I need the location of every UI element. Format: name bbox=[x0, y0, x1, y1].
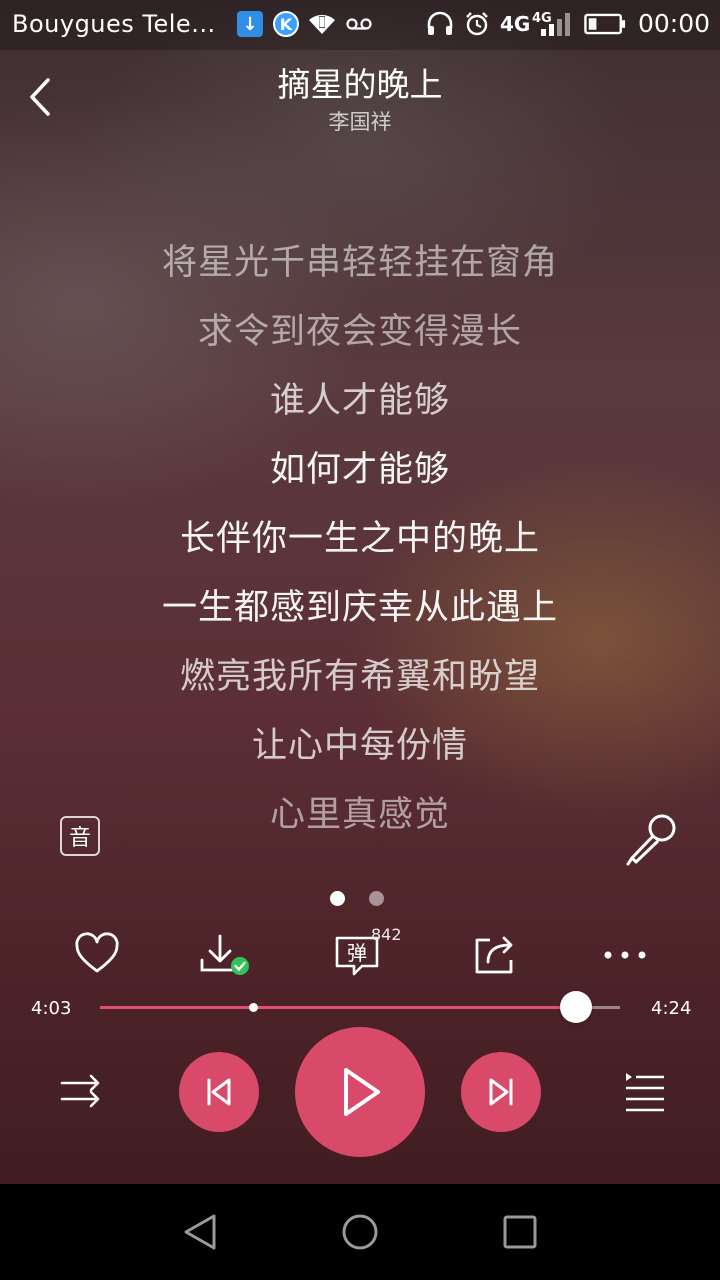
playlist-button[interactable] bbox=[622, 1070, 668, 1114]
download-button[interactable] bbox=[198, 930, 249, 980]
skip-previous-icon bbox=[207, 1078, 231, 1106]
nav-home-circle-icon bbox=[342, 1214, 378, 1250]
lyric-line: 心里真感觉 bbox=[269, 795, 450, 835]
current-time: 4:03 bbox=[31, 998, 72, 1019]
lyric-line: 求令到夜会变得漫长 bbox=[197, 312, 522, 352]
share-button[interactable] bbox=[470, 930, 520, 980]
like-button[interactable] bbox=[72, 930, 122, 980]
signal-icon bbox=[540, 11, 574, 37]
karaoke-button[interactable] bbox=[624, 812, 682, 866]
total-time: 4:24 bbox=[651, 998, 692, 1019]
voicemail-icon bbox=[346, 11, 372, 37]
lyric-line: 谁人才能够 bbox=[269, 381, 450, 421]
lyric-line-current: 长伴你一生之中的晚上 bbox=[179, 519, 540, 559]
network-type: 4G bbox=[500, 12, 531, 36]
navigation-bar bbox=[0, 1184, 720, 1280]
nav-home-button[interactable] bbox=[336, 1208, 384, 1256]
progress-fill bbox=[100, 1006, 577, 1009]
lyric-line: 将星光千串轻轻挂在窗角 bbox=[161, 243, 558, 283]
lyric-line: 如何才能够 bbox=[269, 450, 450, 490]
download-icon: ↓ bbox=[237, 11, 263, 37]
nav-back-button[interactable] bbox=[176, 1208, 224, 1256]
lyric-line: 一生都感到庆幸从此遇上 bbox=[161, 588, 558, 628]
play-icon bbox=[344, 1068, 380, 1116]
download-icon bbox=[200, 934, 249, 975]
status-clock: 00:00 bbox=[638, 9, 711, 38]
carrier-name: Bouygues Tele... bbox=[12, 10, 216, 38]
more-dots-icon bbox=[604, 951, 646, 959]
progress-bar[interactable] bbox=[100, 991, 620, 1023]
previous-button[interactable] bbox=[179, 1052, 259, 1132]
lyric-line: 燃亮我所有希翼和盼望 bbox=[179, 657, 540, 697]
nav-back-triangle-icon bbox=[184, 1214, 216, 1250]
play-button[interactable] bbox=[295, 1027, 425, 1157]
page-dot bbox=[369, 891, 384, 906]
shuffle-icon bbox=[60, 1074, 100, 1108]
comment-count: 842 bbox=[371, 925, 402, 944]
more-button[interactable] bbox=[600, 930, 650, 980]
skip-next-icon bbox=[489, 1078, 513, 1106]
artist-name: 李国祥 bbox=[328, 110, 392, 134]
headphones-icon bbox=[426, 11, 454, 37]
microphone-icon bbox=[626, 814, 676, 866]
nav-recents-button[interactable] bbox=[496, 1208, 544, 1256]
wifi-icon bbox=[308, 11, 336, 37]
playlist-icon bbox=[626, 1073, 664, 1112]
page-indicator bbox=[330, 891, 384, 906]
lyrics-panel[interactable]: 将星光千串轻轻挂在窗角 求令到夜会变得漫长 谁人才能够 如何才能够 长伴你一生之… bbox=[0, 240, 720, 861]
nav-recents-square-icon bbox=[503, 1215, 537, 1249]
share-icon bbox=[475, 936, 513, 974]
battery-icon bbox=[584, 11, 626, 37]
page-dot-active bbox=[330, 891, 345, 906]
k-app-icon: K bbox=[273, 11, 299, 37]
progress-thumb[interactable] bbox=[560, 991, 593, 1023]
song-title: 摘星的晚上 bbox=[277, 65, 443, 104]
next-button[interactable] bbox=[461, 1052, 541, 1132]
comment-button-label: 弹 bbox=[347, 941, 367, 965]
lyric-line: 让心中每份情 bbox=[251, 726, 468, 766]
alarm-icon bbox=[464, 11, 490, 37]
heart-icon bbox=[75, 932, 119, 973]
sound-quality-button[interactable]: 音 bbox=[60, 816, 100, 856]
progress-marker bbox=[249, 1003, 259, 1012]
status-bar: Bouygues Tele... ↓ K 4G 4G 00:00 bbox=[0, 0, 720, 50]
play-mode-button[interactable] bbox=[58, 1068, 104, 1114]
